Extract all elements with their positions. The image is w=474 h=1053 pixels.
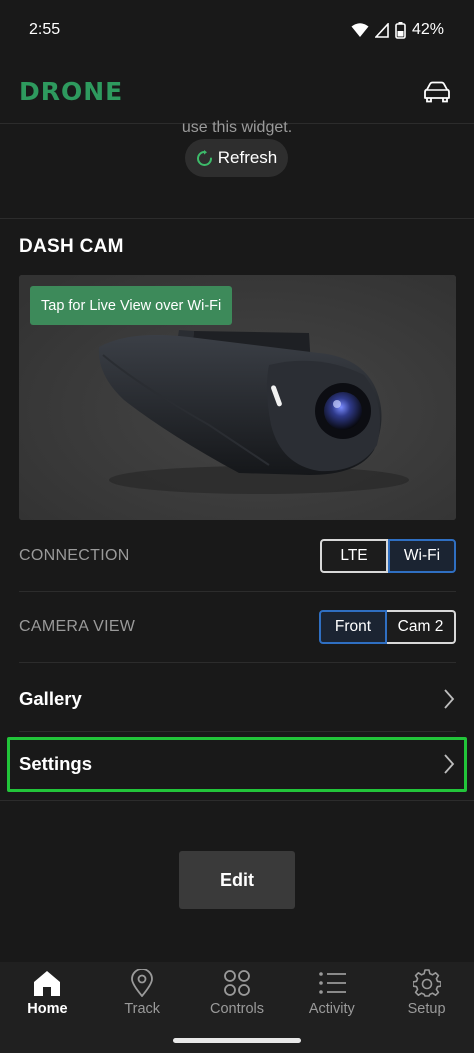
- camera-view-toggle: Front Cam 2: [319, 610, 456, 644]
- bottom-nav: Home Track Controls Activity Setup: [0, 962, 474, 1024]
- refresh-icon: [196, 149, 212, 166]
- list-icon: [318, 972, 346, 994]
- nav-tab-label: Track: [124, 1001, 161, 1017]
- wifi-icon: [351, 23, 369, 37]
- controls-icon: [224, 970, 250, 996]
- widget-notice-text: use this widget.: [181, 119, 293, 136]
- status-time: 2:55: [29, 21, 61, 38]
- nav-tab-setup[interactable]: Setup: [380, 962, 474, 1024]
- dash-cam-title: DASH CAM: [19, 236, 124, 257]
- app-logo: DRONE: [19, 77, 124, 106]
- connection-toggle: LTE Wi-Fi: [320, 539, 456, 573]
- settings-highlight-box: [7, 737, 467, 792]
- section-divider: [0, 218, 474, 219]
- status-bar: 2:55 42%: [0, 0, 474, 60]
- nav-tab-label: Setup: [407, 1001, 446, 1017]
- gallery-label: Gallery: [19, 688, 82, 709]
- battery-icon: [395, 21, 406, 39]
- card-bottom-divider: [0, 800, 474, 801]
- home-icon: [34, 971, 61, 996]
- refresh-label: Refresh: [217, 148, 278, 167]
- chevron-right-icon: [444, 689, 455, 709]
- camera-cam2-button[interactable]: Cam 2: [387, 610, 456, 644]
- gallery-row[interactable]: Gallery: [19, 681, 456, 717]
- divider: [19, 731, 456, 732]
- divider: [19, 591, 456, 592]
- location-pin-icon: [131, 969, 154, 997]
- gear-icon: [412, 969, 441, 997]
- refresh-button[interactable]: Refresh: [185, 139, 288, 177]
- connection-label: CONNECTION: [19, 547, 130, 564]
- nav-tab-home[interactable]: Home: [0, 962, 94, 1024]
- camera-front-button[interactable]: Front: [319, 610, 387, 644]
- status-icons: 42%: [351, 21, 444, 39]
- divider: [19, 662, 456, 663]
- connection-row: CONNECTION LTE Wi-Fi: [19, 538, 456, 574]
- edit-button[interactable]: Edit: [179, 851, 295, 909]
- gesture-handle[interactable]: [173, 1038, 301, 1043]
- nav-tab-label: Activity: [308, 1001, 355, 1017]
- connection-lte-button[interactable]: LTE: [320, 539, 388, 573]
- cell-signal-icon: [374, 22, 389, 38]
- camera-view-label: CAMERA VIEW: [19, 618, 136, 635]
- nav-tab-label: Home: [27, 1001, 68, 1017]
- live-view-button[interactable]: Tap for Live View over Wi-Fi: [30, 286, 233, 325]
- dash-cam-image[interactable]: Tap for Live View over Wi-Fi: [19, 275, 456, 520]
- nav-tab-track[interactable]: Track: [95, 962, 189, 1024]
- camera-view-row: CAMERA VIEW Front Cam 2: [19, 609, 456, 645]
- nav-tab-activity[interactable]: Activity: [285, 962, 379, 1024]
- connection-wifi-button[interactable]: Wi-Fi: [388, 539, 456, 573]
- app-header: DRONE: [0, 60, 474, 124]
- nav-tab-label: Controls: [209, 1001, 264, 1017]
- car-icon[interactable]: [422, 81, 452, 103]
- battery-percent: 42%: [411, 21, 444, 38]
- nav-tab-controls[interactable]: Controls: [190, 962, 284, 1024]
